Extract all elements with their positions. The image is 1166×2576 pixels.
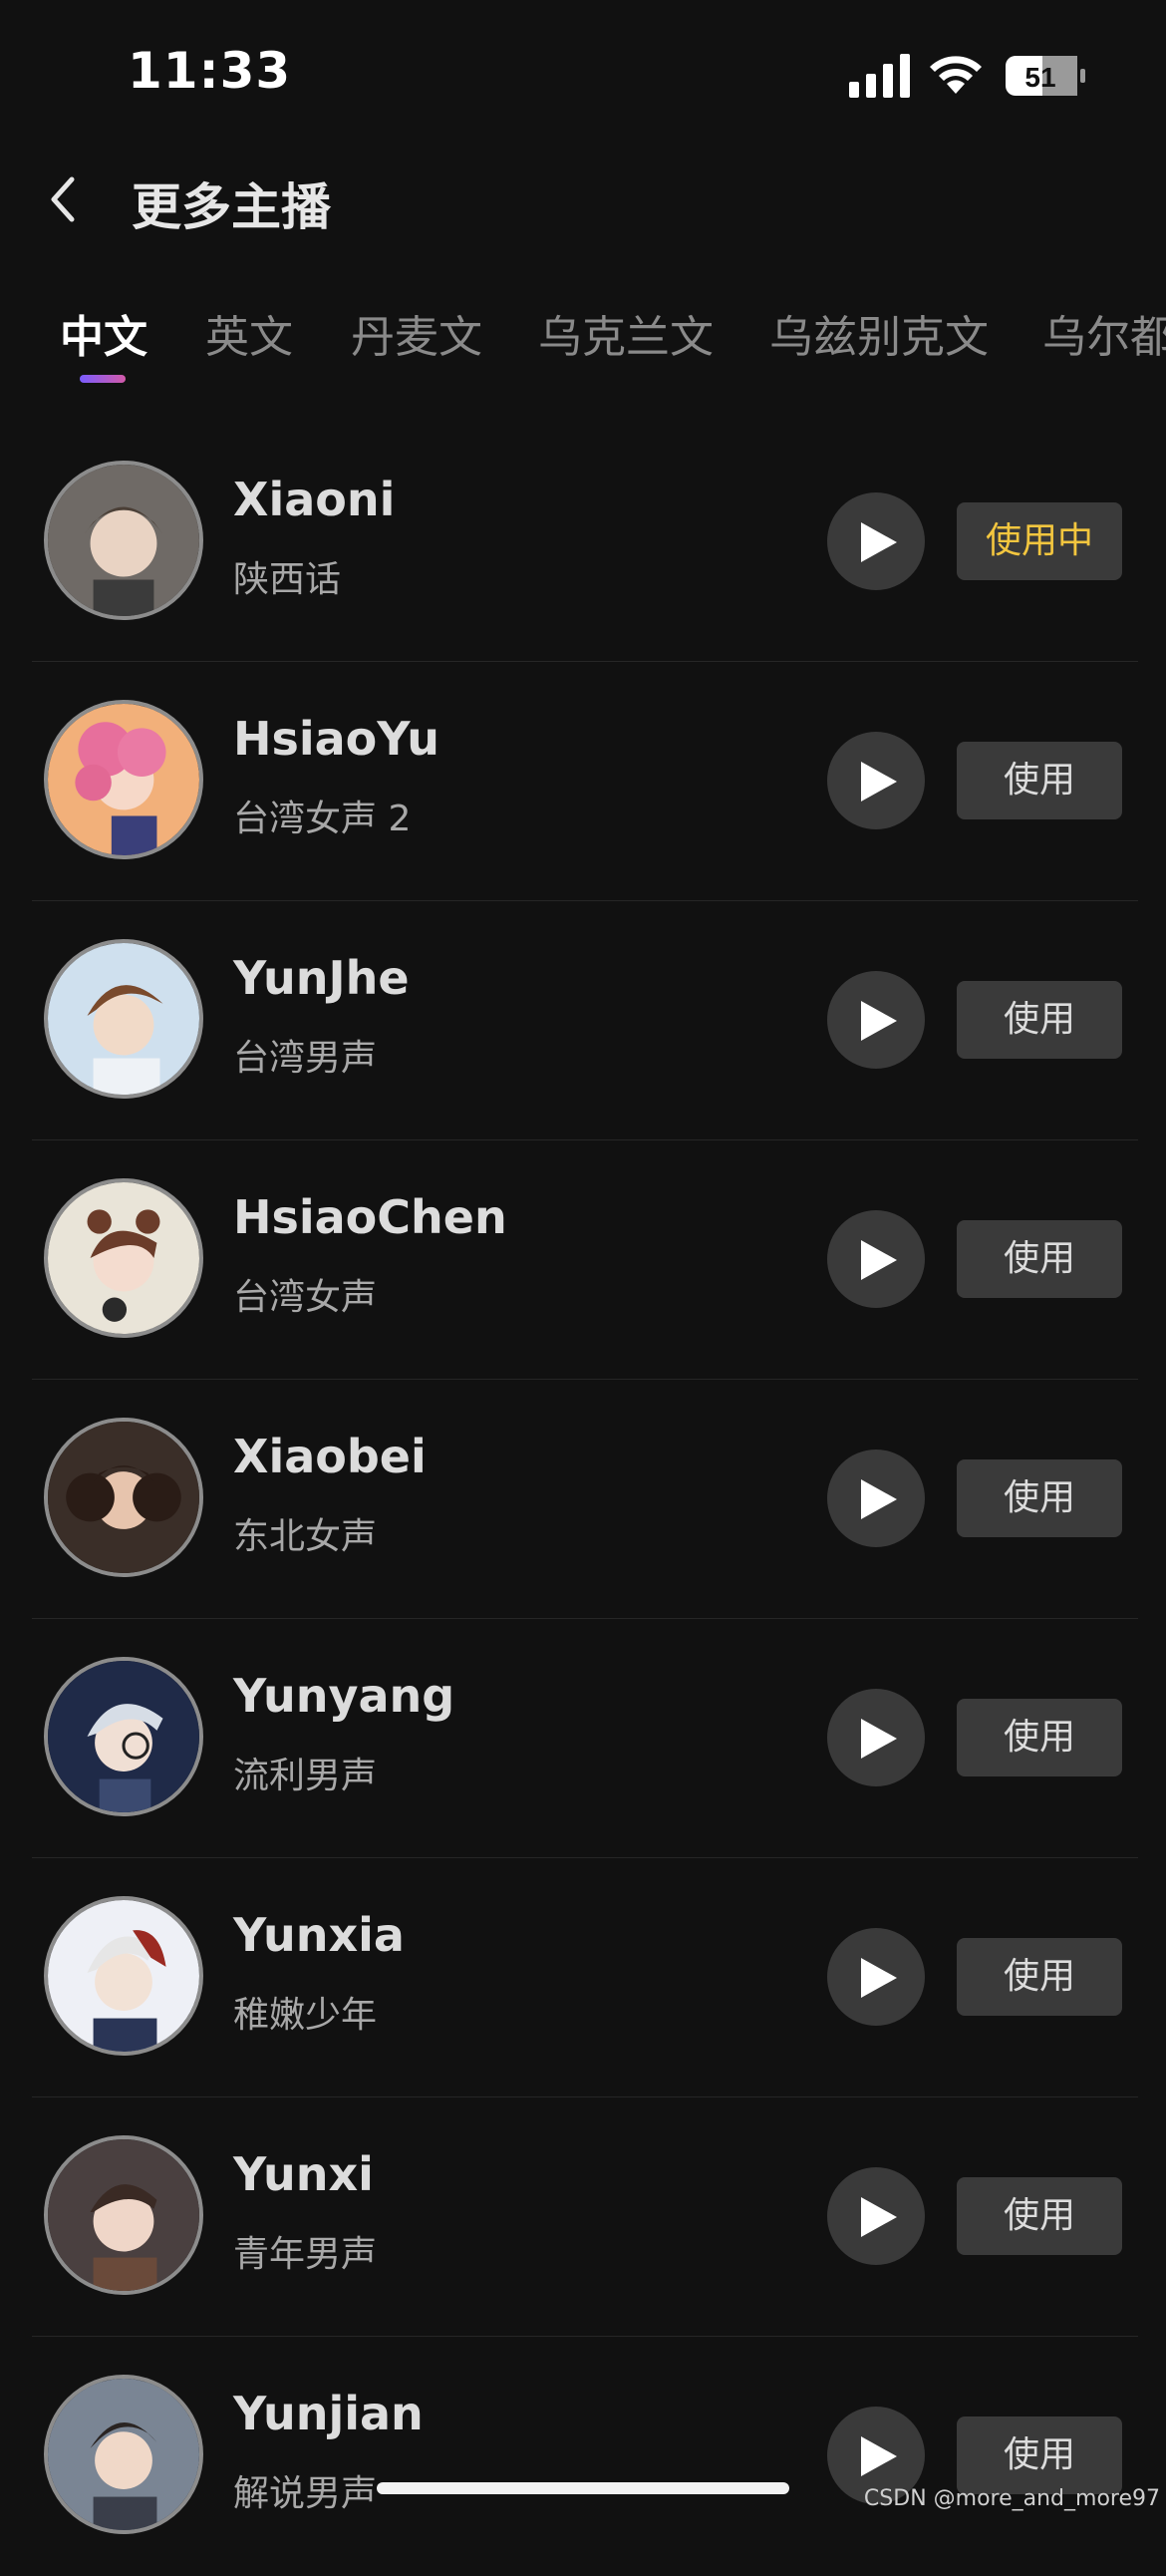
avatar: [44, 939, 203, 1099]
home-indicator[interactable]: [377, 2482, 789, 2494]
voice-description: 台湾男声: [233, 1038, 378, 1079]
voice-description: 解说男声: [233, 2473, 378, 2514]
back-button[interactable]: [40, 167, 88, 231]
use-button[interactable]: 使用: [957, 742, 1122, 819]
play-icon: [861, 2197, 897, 2237]
avatar: [44, 461, 203, 620]
use-button[interactable]: 使用: [957, 981, 1122, 1059]
voice-row[interactable]: Xiaoni 陕西话 使用中: [0, 423, 1166, 662]
avatar: [44, 2375, 203, 2534]
voice-name: Yunxia: [233, 1908, 405, 1962]
voice-row[interactable]: Yunxi 青年男声 使用: [0, 2097, 1166, 2337]
play-icon: [861, 522, 897, 562]
avatar: [44, 700, 203, 859]
tab-chinese[interactable]: 中文: [60, 301, 147, 365]
voice-description: 台湾女声 2: [233, 799, 412, 839]
voice-name: YunJhe: [233, 951, 410, 1005]
play-icon: [861, 1240, 897, 1280]
voice-name: HsiaoChen: [233, 1190, 507, 1244]
play-button[interactable]: [827, 2167, 925, 2265]
voice-description: 陕西话: [233, 559, 342, 600]
use-button[interactable]: 使用: [957, 1220, 1122, 1298]
tab-uzbek[interactable]: 乌兹别克文: [769, 301, 989, 365]
use-button[interactable]: 使用: [957, 1699, 1122, 1776]
voice-name: Xiaobei: [233, 1430, 427, 1483]
in-use-button[interactable]: 使用中: [957, 502, 1122, 580]
voice-row[interactable]: Yunyang 流利男声 使用: [0, 1619, 1166, 1858]
avatar: [44, 1896, 203, 2056]
watermark: CSDN @more_and_more97: [863, 2486, 1160, 2511]
page-title: 更多主播: [132, 178, 331, 236]
tab-urdu[interactable]: 乌尔都: [1042, 301, 1166, 365]
tab-ukrainian[interactable]: 乌克兰文: [538, 301, 714, 365]
voice-description: 台湾女声: [233, 1277, 378, 1318]
voice-description: 流利男声: [233, 1756, 378, 1796]
voice-description: 东北女声: [233, 1516, 378, 1557]
play-icon: [861, 1719, 897, 1759]
voice-row[interactable]: Xiaobei 东北女声 使用: [0, 1380, 1166, 1619]
voice-name: Xiaoni: [233, 473, 396, 526]
wifi-icon: [930, 56, 982, 94]
battery-icon: 51: [1006, 56, 1085, 96]
voice-name: HsiaoYu: [233, 712, 439, 766]
voice-row[interactable]: Yunjian 解说男声 使用: [0, 2337, 1166, 2576]
use-button[interactable]: 使用: [957, 2177, 1122, 2255]
play-icon: [861, 1479, 897, 1519]
play-button[interactable]: [827, 1689, 925, 1786]
voice-description: 青年男声: [233, 2234, 378, 2275]
header: 更多主播: [0, 150, 1166, 249]
play-button[interactable]: [827, 732, 925, 829]
avatar: [44, 2135, 203, 2295]
voice-name: Yunyang: [233, 1669, 455, 1723]
use-button[interactable]: 使用: [957, 1459, 1122, 1537]
active-tab-indicator: [80, 375, 126, 383]
voice-row[interactable]: YunJhe 台湾男声 使用: [0, 901, 1166, 1140]
play-icon: [861, 1001, 897, 1041]
voice-row[interactable]: Yunxia 稚嫩少年 使用: [0, 1858, 1166, 2097]
chevron-left-icon: [51, 176, 75, 222]
voice-name: Yunjian: [233, 2387, 424, 2440]
play-button[interactable]: [827, 492, 925, 590]
status-time: 11:33: [128, 42, 292, 100]
battery-level: 51: [1024, 62, 1055, 93]
voice-row[interactable]: HsiaoYu 台湾女声 2 使用: [0, 662, 1166, 901]
avatar: [44, 1178, 203, 1338]
play-button[interactable]: [827, 1928, 925, 2026]
use-button[interactable]: 使用: [957, 2416, 1122, 2494]
play-button[interactable]: [827, 971, 925, 1069]
play-button[interactable]: [827, 1449, 925, 1547]
play-icon: [861, 2436, 897, 2476]
play-icon: [861, 1958, 897, 1998]
tab-english[interactable]: 英文: [205, 301, 293, 365]
status-bar: 11:33 51: [0, 0, 1166, 150]
voice-description: 稚嫩少年: [233, 1995, 378, 2036]
play-icon: [861, 762, 897, 802]
avatar: [44, 1657, 203, 1816]
language-tabs: 中文 英文 丹麦文 乌克兰文 乌兹别克文 乌尔都: [0, 279, 1166, 389]
play-button[interactable]: [827, 1210, 925, 1308]
avatar: [44, 1418, 203, 1577]
voice-row[interactable]: HsiaoChen 台湾女声 使用: [0, 1140, 1166, 1380]
cellular-signal-icon: [849, 54, 910, 98]
tab-danish[interactable]: 丹麦文: [351, 301, 482, 365]
use-button[interactable]: 使用: [957, 1938, 1122, 2016]
voice-name: Yunxi: [233, 2147, 374, 2201]
